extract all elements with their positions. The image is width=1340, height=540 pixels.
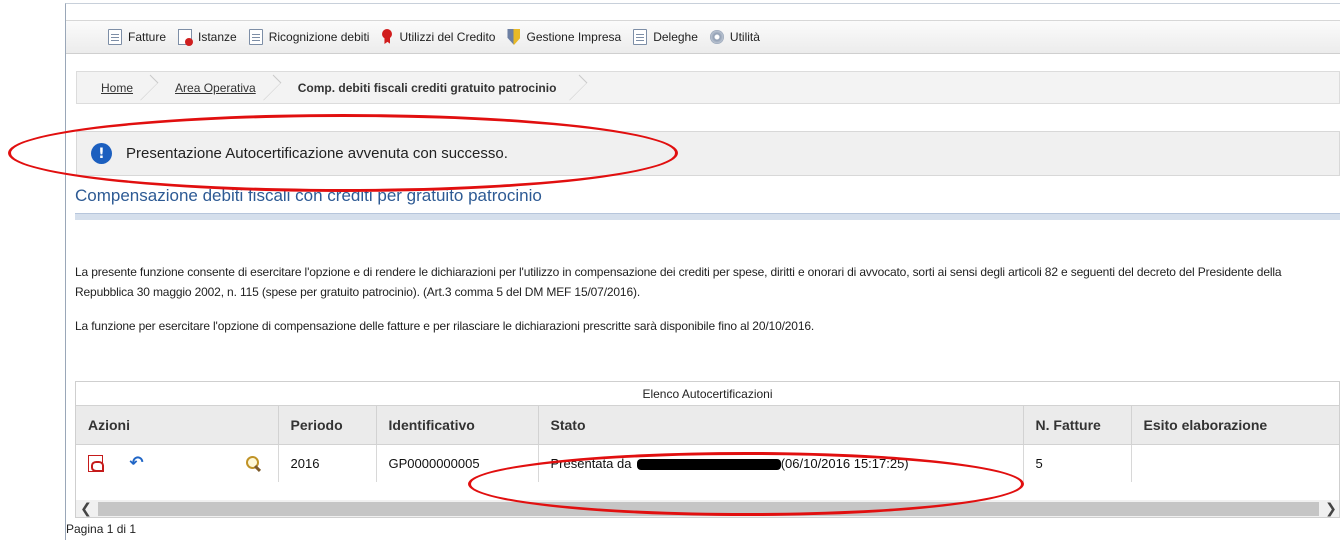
description-paragraph: La presente funzione consente di esercit…	[75, 265, 1282, 299]
breadcrumb-current: Comp. debiti fiscali crediti gratuito pa…	[273, 72, 581, 103]
availability-paragraph: La funzione per esercitare l'opzione di …	[75, 319, 815, 333]
breadcrumb-home: Home	[77, 72, 151, 103]
document-red-icon	[178, 29, 194, 46]
document-icon	[108, 29, 122, 45]
scroll-thumb[interactable]	[98, 501, 1319, 516]
autocertificazioni-table: Elenco Autocertificazioni Azioni Periodo…	[75, 381, 1340, 518]
cell-stato: Presentata da (06/10/2016 15:17:25)	[538, 444, 1024, 482]
menu-item-label: Fatture	[128, 30, 167, 44]
horizontal-scrollbar[interactable]: ❮ ❯	[76, 500, 1339, 517]
cell-identificativo: GP0000000005	[376, 444, 539, 482]
pdf-icon[interactable]	[88, 454, 104, 472]
cell-azioni: ↶	[76, 444, 279, 482]
menu-item-fatture[interactable]: Fatture	[108, 29, 166, 45]
scroll-left-icon[interactable]: ❮	[76, 500, 96, 517]
pager: Pagina 1 di 1	[66, 522, 137, 536]
document-icon	[248, 29, 263, 45]
redacted-name	[637, 458, 782, 470]
table-grid: Azioni Periodo Identificativo Stato N. F…	[76, 406, 1339, 482]
document-icon	[633, 29, 648, 45]
header-identificativo[interactable]: Identificativo	[376, 406, 539, 445]
breadcrumb-area-operativa: Area Operativa	[151, 72, 274, 103]
scroll-right-icon[interactable]: ❯	[1321, 500, 1339, 517]
menu-item-utilita[interactable]: Utilità	[709, 30, 760, 44]
header-esito[interactable]: Esito elaborazione	[1131, 406, 1339, 445]
ribbon-icon	[381, 29, 393, 45]
menu-item-label: Gestione Impresa	[526, 30, 622, 44]
breadcrumb-home-link[interactable]: Home	[101, 81, 133, 95]
header-stato[interactable]: Stato	[538, 406, 1024, 445]
page-title: Compensazione debiti fiscali con crediti…	[75, 186, 542, 205]
header-periodo[interactable]: Periodo	[278, 406, 377, 445]
stato-prefix: Presentata da	[550, 455, 632, 471]
info-icon: !	[91, 143, 112, 164]
header-n-fatture[interactable]: N. Fatture	[1023, 406, 1132, 445]
title-divider	[75, 213, 1340, 220]
cell-esito	[1131, 444, 1339, 482]
success-message-text: Presentazione Autocertificazione avvenut…	[126, 145, 508, 162]
menu-item-label: Utilità	[729, 30, 760, 44]
menu-item-ricognizione-debiti[interactable]: Ricognizione debiti	[248, 29, 370, 45]
menu-item-istanze[interactable]: Istanze	[178, 29, 237, 46]
row-actions: ↶	[88, 453, 278, 473]
menu-item-deleghe[interactable]: Deleghe	[633, 29, 698, 45]
header-azioni: Azioni	[76, 406, 279, 445]
breadcrumb-area-link[interactable]: Area Operativa	[175, 81, 256, 95]
table-row: ↶ 2016 GP0000000005 Presentata da (06/10…	[76, 444, 1339, 482]
menu-item-label: Utilizzi del Credito	[399, 30, 496, 44]
cell-periodo: 2016	[278, 444, 377, 482]
menu-item-utilizzi-credito[interactable]: Utilizzi del Credito	[381, 29, 495, 45]
shield-icon	[507, 29, 521, 45]
gear-icon	[709, 30, 724, 44]
undo-icon[interactable]: ↶	[129, 453, 143, 473]
cell-n-fatture: 5	[1023, 444, 1132, 482]
stato-suffix: (06/10/2016 15:17:25)	[780, 455, 909, 471]
menu-item-gestione-impresa[interactable]: Gestione Impresa	[507, 29, 621, 45]
menu-item-label: Deleghe	[653, 30, 698, 44]
breadcrumb: Home Area Operativa Comp. debiti fiscali…	[76, 71, 1340, 104]
menu-item-label: Istanze	[198, 30, 237, 44]
search-icon[interactable]	[246, 455, 261, 471]
success-message: ! Presentazione Autocertificazione avven…	[76, 131, 1340, 176]
menu-item-label: Ricognizione debiti	[268, 30, 370, 44]
table-header-row: Azioni Periodo Identificativo Stato N. F…	[76, 406, 1339, 445]
top-menu: Fatture Istanze Ricognizione debiti Util…	[66, 20, 1340, 54]
table-caption: Elenco Autocertificazioni	[76, 382, 1339, 406]
